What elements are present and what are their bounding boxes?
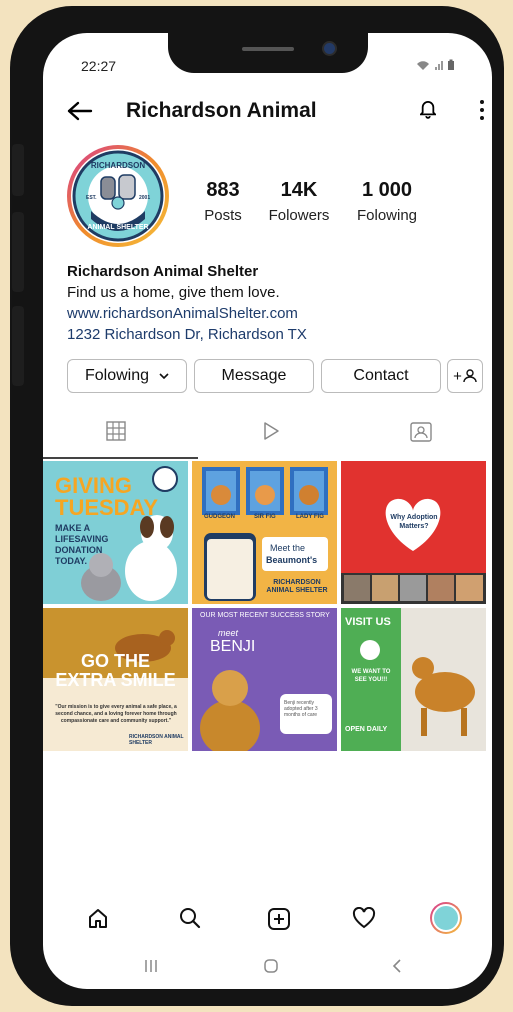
side-button	[12, 212, 24, 292]
logo-year: 2001	[139, 195, 150, 201]
post-title: VISIT US	[345, 616, 391, 628]
posts-count: 883	[206, 179, 240, 201]
bottom-nav	[43, 895, 492, 939]
more-vertical-icon[interactable]	[479, 99, 485, 121]
post-text: RICHARDSON ANIMAL SHELTER	[129, 734, 184, 746]
post-text: WE WANT TO SEE YOU!!!	[351, 669, 391, 683]
post-title: EXTRA SMILE	[55, 670, 176, 690]
tagged-icon[interactable]	[410, 420, 432, 442]
following-button[interactable]: Folowing	[67, 359, 187, 393]
post-text: Meet the	[270, 543, 306, 553]
notch	[168, 33, 368, 73]
add-post-icon[interactable]	[267, 907, 291, 931]
following-count: 1 000	[361, 179, 413, 201]
page-title: Richardson Animal	[126, 99, 317, 122]
dog-cat-illustration	[81, 466, 178, 601]
post-title: Beaumont's	[266, 555, 318, 565]
side-button	[12, 144, 24, 196]
profile-avatar[interactable]: RICHARDSON ANIMAL SHELTER EST. 2001	[67, 145, 169, 247]
following-button-label: Folowing	[84, 367, 150, 384]
cat-name-label: LADY FIG	[296, 514, 324, 520]
contact-button[interactable]: Contact	[321, 359, 441, 393]
status-time: 22:27	[81, 58, 117, 74]
heart-illustration	[341, 498, 486, 604]
back-chevron-icon[interactable]	[391, 958, 403, 974]
post-tile[interactable]: GIVING TUESDAY MAKE A LIFESAVING DONATIO…	[43, 461, 188, 604]
side-button	[12, 306, 24, 386]
logo-est: EST.	[86, 195, 97, 201]
message-button[interactable]: Message	[194, 359, 314, 393]
cat-name-label: SIR FIG	[254, 514, 276, 520]
post-text: "Our mission is to give every animal a s…	[55, 704, 177, 724]
profile-avatar[interactable]	[430, 902, 462, 934]
arrow-left-icon[interactable]	[67, 101, 93, 121]
profile-tabs	[43, 411, 492, 459]
add-user-button[interactable]: +	[447, 359, 483, 393]
profile-header: Richardson Animal	[43, 93, 492, 133]
post-tile[interactable]: Why Adoption Matters?	[341, 461, 486, 604]
website-link[interactable]: www.richardsonAnimalShelter.com	[67, 303, 307, 324]
post-text: RICHARDSON ANIMAL SHELTER	[266, 579, 328, 594]
profile-bio: Richardson Animal Shelter Find us a home…	[67, 261, 307, 345]
search-icon[interactable]	[179, 907, 201, 929]
post-title: Why Adoption Matters?	[390, 514, 438, 530]
active-tab-indicator	[43, 457, 198, 459]
post-tile[interactable]: VISIT US WE WANT TO SEE YOU!!! OPEN DAIL…	[341, 608, 486, 751]
following-label: Folowing	[356, 207, 418, 224]
posts-stat[interactable]: 883 Posts	[199, 179, 247, 224]
followers-label: Folowers	[268, 207, 330, 224]
profile-actions: Folowing Message Contact +	[43, 359, 492, 395]
followers-count: 14K	[280, 179, 318, 201]
grid-icon[interactable]	[106, 421, 126, 441]
message-button-label: Message	[221, 367, 287, 384]
status-icons	[417, 59, 454, 70]
post-tile[interactable]: GUDGEON SIR FIG LADY FIG Meet the Beaumo…	[192, 461, 337, 604]
post-tile[interactable]: GO THE EXTRA SMILE "Our mission is to gi…	[43, 608, 188, 751]
heart-icon[interactable]	[352, 907, 376, 929]
profile-name: Richardson Animal Shelter	[67, 263, 259, 280]
add-user-plus: +	[453, 367, 462, 385]
shelter-logo: RICHARDSON ANIMAL SHELTER EST. 2001	[72, 150, 164, 242]
post-tile[interactable]: OUR MOST RECENT SUCCESS STORY meet BENJI…	[192, 608, 337, 751]
system-nav	[43, 951, 492, 983]
post-text: OPEN DAILY	[345, 726, 388, 733]
address-link[interactable]: 1232 Richardson Dr, Richardson TX	[67, 324, 307, 345]
phone-frame: 22:27 Richardson Animal RICHARDSON ANIMA…	[10, 6, 504, 1006]
contact-button-label: Contact	[353, 367, 409, 384]
bell-icon[interactable]	[420, 99, 436, 119]
profile-tagline: Find us a home, give them love.	[67, 284, 280, 301]
person-icon	[463, 369, 477, 383]
status-bar: 22:27	[43, 33, 492, 74]
home-icon[interactable]	[87, 907, 109, 929]
post-title: GO THE	[80, 651, 150, 671]
following-stat[interactable]: 1 000 Folowing	[349, 179, 425, 224]
logo-text-bottom: ANIMAL SHELTER	[87, 224, 148, 231]
logo-text-top: RICHARDSON	[91, 161, 145, 170]
posts-label: Posts	[204, 207, 242, 224]
screen: 22:27 Richardson Animal RICHARDSON ANIMA…	[43, 33, 492, 989]
recents-icon[interactable]	[144, 959, 158, 973]
play-icon[interactable]	[261, 421, 281, 441]
followers-stat[interactable]: 14K Folowers	[261, 179, 337, 224]
post-text: Benji recently adopted after 3 months of…	[284, 700, 318, 718]
cat-name-label: GUDGEON	[204, 514, 236, 520]
chevron-down-icon	[159, 373, 169, 379]
home-circle-icon[interactable]	[263, 958, 279, 974]
camera-icon	[324, 43, 335, 54]
